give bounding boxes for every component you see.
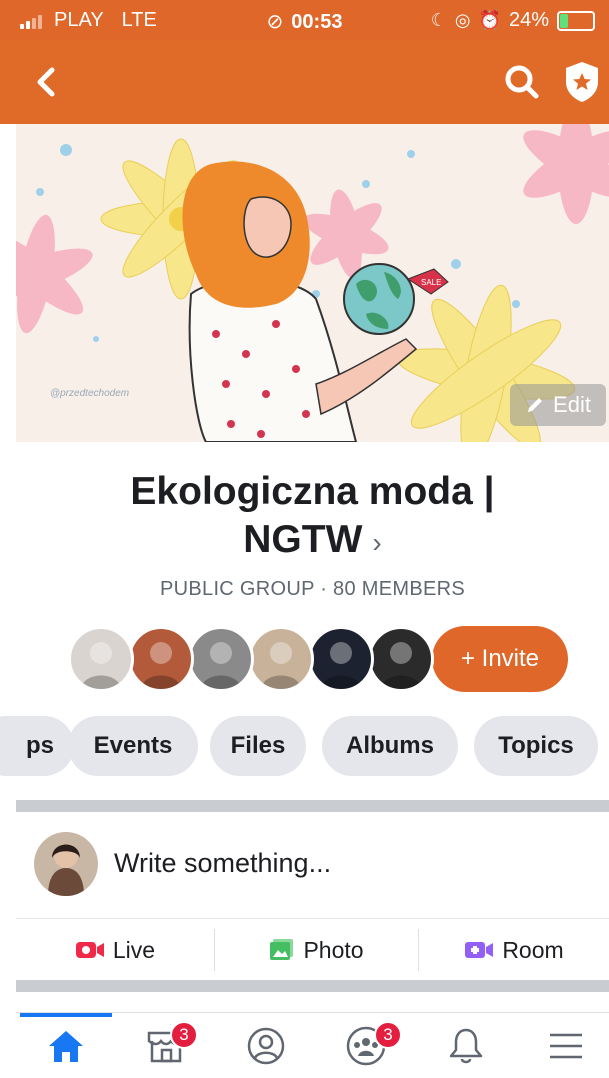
group-name[interactable]: Ekologiczna moda | NGTW › [16,468,609,567]
bottom-tab-bar: 3 3 [16,1012,609,1078]
avatar [34,832,98,896]
write-something-input[interactable]: Write something... [114,848,331,879]
home-icon [49,1031,83,1062]
member-avatar[interactable] [308,626,374,692]
invite-button[interactable]: + Invite [432,626,568,692]
nav-home[interactable] [16,1013,116,1078]
nav-marketplace[interactable]: 3 [116,1013,216,1078]
group-name-line1: Ekologiczna moda | [130,470,495,513]
status-right: ☾ ◎ ⏰ 24% [431,9,595,32]
link-icon: ⊘ [266,11,284,33]
member-avatar[interactable] [188,626,254,692]
live-label: Live [112,936,156,963]
composer-actions: Live Photo Room [16,918,609,980]
member-avatar[interactable] [368,626,434,692]
nav-menu[interactable] [516,1013,609,1078]
admin-tools-button[interactable] [560,58,604,106]
marketplace-badge: 3 [170,1021,198,1049]
cover-photo[interactable]: SALE @przedtechodem Edit [16,124,609,442]
time-text: 00:53 [291,11,343,33]
room-button[interactable]: Room [419,919,609,981]
back-button[interactable] [28,60,68,104]
status-bar: PLAY LTE ⊘ 00:53 ☾ ◎ ⏰ 24% [0,0,609,40]
alarm-icon: ⏰ [478,10,501,30]
battery-percent: 24% [508,9,549,31]
member-avatar[interactable] [248,626,314,692]
tab-events[interactable]: Events [68,716,198,776]
group-name-line2: NGTW [243,518,363,561]
tab-rooms[interactable]: ps [0,716,74,776]
battery-icon [557,10,595,31]
chevron-right-icon: › [372,527,382,558]
section-divider [16,980,609,992]
sale-tag-text: SALE [421,278,441,287]
bell-icon [449,1028,483,1064]
live-button[interactable]: Live [16,919,214,981]
pencil-icon [528,398,543,412]
shield-star-icon [566,62,598,102]
nav-profile[interactable] [216,1013,316,1078]
edit-cover-label: Edit [553,392,591,417]
tab-files[interactable]: Files [210,716,306,776]
member-avatar[interactable] [128,626,194,692]
room-video-icon [465,942,494,958]
photo-button[interactable]: Photo [215,919,418,981]
group-header-bar [0,40,609,124]
tab-albums[interactable]: Albums [322,716,458,776]
group-tabs: ps Events Files Albums Topics [0,716,609,776]
edit-cover-button[interactable]: Edit [510,384,606,426]
hamburger-menu-icon [550,1033,582,1059]
nav-notifications[interactable] [416,1013,516,1078]
live-video-icon [75,942,104,958]
section-divider [16,800,609,812]
photo-label: Photo [303,936,364,963]
moon-icon: ☾ [430,10,447,30]
nav-groups[interactable]: 3 [316,1013,416,1078]
lock-rotation-icon: ◎ [454,10,471,30]
post-composer[interactable]: Write something... [16,812,609,916]
tab-topics[interactable]: Topics [474,716,598,776]
profile-icon [247,1027,285,1065]
member-avatar[interactable] [68,626,134,692]
room-label: Room [502,936,564,963]
search-button[interactable] [500,60,544,104]
chevron-left-icon [37,67,55,97]
search-icon [505,65,539,99]
group-name-line2-wrap: NGTW › [16,516,609,567]
cover-watermark: @przedtechodem [50,388,130,399]
groups-badge: 3 [374,1021,402,1049]
photo-icon [270,939,294,960]
group-meta: PUBLIC GROUP · 80 MEMBERS [160,578,465,600]
